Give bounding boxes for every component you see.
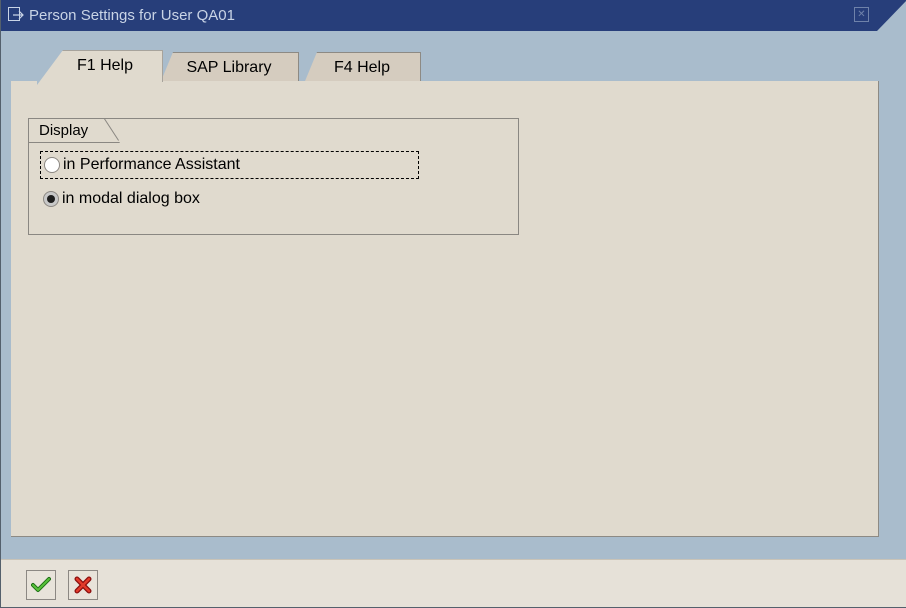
group-title: Display <box>39 122 89 139</box>
tab-label: F4 Help <box>333 59 391 76</box>
tab-label: SAP Library <box>186 59 272 76</box>
radio-performance-assistant[interactable]: in Performance Assistant <box>40 151 419 179</box>
dialog-footer <box>1 559 906 607</box>
checkmark-icon <box>31 577 51 592</box>
dialog-window: Person Settings for User QA01 ✕ SAP Libr… <box>0 0 906 608</box>
tab-content-panel: Display in Performance Assistant in moda… <box>11 81 879 537</box>
title-bar: Person Settings for User QA01 ✕ <box>1 0 906 31</box>
radio-dot <box>47 195 55 203</box>
window-menu-icon[interactable] <box>7 6 26 24</box>
radio-modal-dialog-box[interactable]: in modal dialog box <box>40 185 300 213</box>
confirm-button[interactable] <box>26 570 56 600</box>
tab-label: F1 Help <box>76 57 134 74</box>
cancel-button[interactable] <box>68 570 98 600</box>
cancel-x-icon <box>74 576 92 594</box>
radio-label: in Performance Assistant <box>63 156 240 173</box>
window-title: Person Settings for User QA01 <box>29 7 235 24</box>
radio-label: in modal dialog box <box>62 190 200 207</box>
display-group: Display in Performance Assistant in moda… <box>28 118 519 235</box>
radio-checked-icon[interactable] <box>43 191 59 207</box>
tab-f1-help[interactable]: F1 Help <box>37 50 163 82</box>
radio-unchecked-icon[interactable] <box>44 157 60 173</box>
close-icon[interactable]: ✕ <box>854 7 869 22</box>
